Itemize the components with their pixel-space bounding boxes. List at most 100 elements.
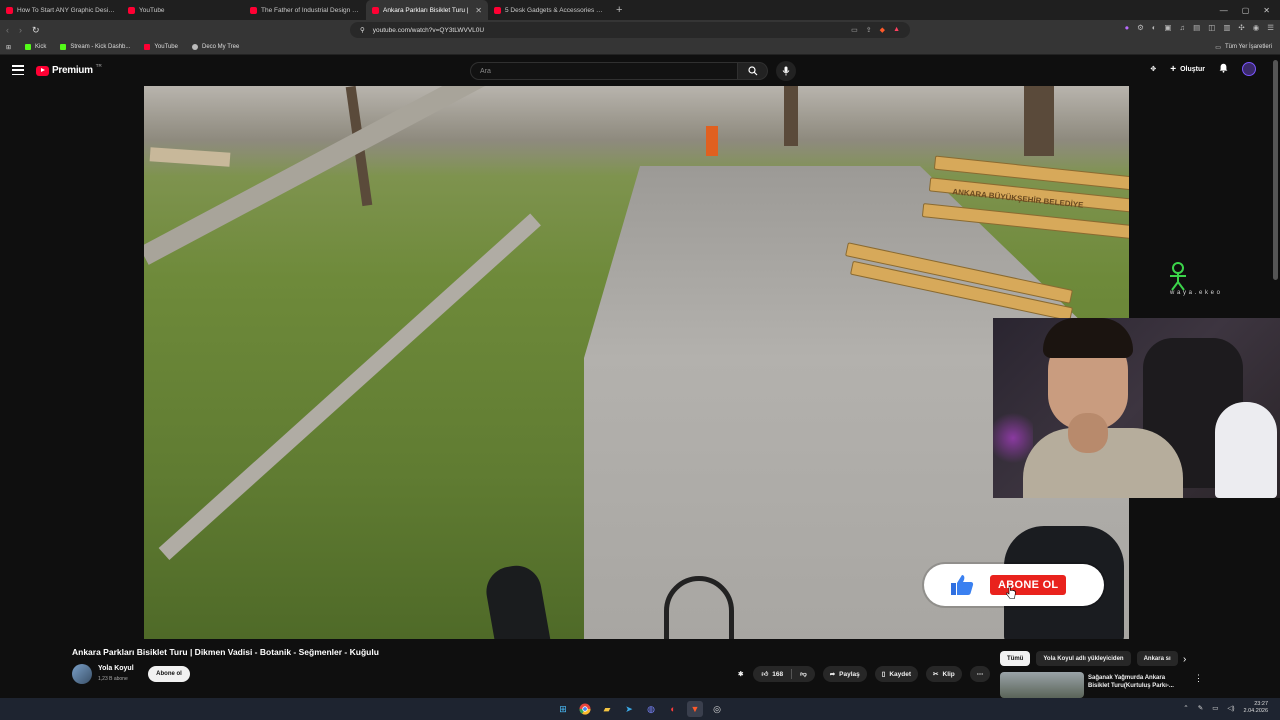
- all-bookmarks[interactable]: ▭ Tüm Yer İşaretleri: [1215, 44, 1280, 51]
- sidebar-icon[interactable]: ▤: [1193, 23, 1200, 32]
- save-button[interactable]: ▯ Kaydet: [874, 666, 919, 682]
- windows-start-icon[interactable]: ⊞: [555, 701, 571, 717]
- minimize-icon[interactable]: —: [1220, 6, 1228, 15]
- microphone-icon: [782, 66, 790, 76]
- chevron-right-icon[interactable]: ›: [1183, 654, 1186, 665]
- notifications-bell-icon[interactable]: [1219, 63, 1228, 75]
- share-button[interactable]: ➦ Paylaş: [822, 666, 867, 682]
- bookmarks-bar: ⊞ Kick Stream - Kick Dashb... YouTube De…: [0, 40, 1280, 55]
- youtube-premium-logo[interactable]: Premium TR: [36, 63, 102, 76]
- subscribe-button[interactable]: Abone ol: [148, 666, 190, 682]
- header-right-actions: ✥ + Oluştur: [1150, 62, 1256, 76]
- chip-all[interactable]: Tümü: [1000, 651, 1031, 666]
- browser-tab-5[interactable]: 5 Desk Gadgets & Accessories Unde: [488, 0, 610, 20]
- dislike-button[interactable]: 👎︎: [792, 670, 815, 678]
- back-icon[interactable]: ‹: [6, 25, 9, 35]
- reload-icon[interactable]: ↻: [32, 25, 40, 36]
- sparkle-icon[interactable]: ✱: [736, 666, 745, 682]
- share-icon[interactable]: ⇪: [866, 26, 872, 34]
- bookmark-kick-dashboard[interactable]: Stream - Kick Dashb...: [60, 44, 130, 50]
- thumbs-up-icon: [951, 575, 974, 595]
- hand-cursor-icon: [1006, 586, 1016, 599]
- chip-from-uploader[interactable]: Yola Koyul adlı yükleyiciden: [1036, 651, 1131, 666]
- clock[interactable]: 23:27 2.04.2026: [1244, 701, 1268, 715]
- music-icon[interactable]: ♫: [1180, 23, 1186, 32]
- rewards-icon[interactable]: ▲: [893, 26, 900, 34]
- like-button[interactable]: 👍︎ 168: [753, 670, 791, 679]
- clip-button[interactable]: ✂ Klip: [926, 666, 962, 682]
- window-controls: — ▢ ✕: [1220, 6, 1280, 15]
- more-actions-button[interactable]: ⋯: [969, 666, 991, 682]
- close-window-icon[interactable]: ✕: [1263, 6, 1270, 15]
- bookmark-youtube[interactable]: YouTube: [144, 44, 178, 50]
- wallet-icon[interactable]: ▥: [1223, 23, 1230, 32]
- clip-label: Klip: [942, 670, 955, 678]
- share-label: Paylaş: [839, 670, 860, 678]
- url-bar[interactable]: ⚲ youtube.com/watch?v=QY3tLWVVL0U ▭ ⇪ ◆ …: [350, 22, 910, 38]
- chip-ankara[interactable]: Ankara sı: [1136, 651, 1178, 666]
- tab-title: How To Start ANY Graphic Design Fr: [17, 6, 116, 14]
- create-label: Oluştur: [1180, 65, 1205, 73]
- streamer-hand: [1068, 413, 1108, 453]
- screen-icon[interactable]: ▭: [851, 26, 858, 34]
- video-player[interactable]: ANKARA BÜYÜKŞEHİR BELEDİYE: [144, 86, 1129, 639]
- cast-extension-icon[interactable]: ✥: [1150, 65, 1156, 73]
- menu-icon[interactable]: ☰: [1267, 23, 1274, 32]
- discord-icon[interactable]: ◍: [643, 701, 659, 717]
- obs-icon[interactable]: ◎: [709, 701, 725, 717]
- pen-icon[interactable]: ✎: [1198, 704, 1203, 712]
- windows-taskbar: ⊞ ▰ ➤ ◍ ◐ ▼ ◎ ⌃ ✎ ▭ ◁) 23:27 2.04.2026: [0, 698, 1280, 720]
- tree-trunk: [1024, 86, 1054, 156]
- recommended-title[interactable]: Sağanak Yağmurda Ankara Bisiklet Turu(Ku…: [1088, 674, 1188, 690]
- app-red-icon[interactable]: ◐: [665, 701, 681, 717]
- channel-watermark[interactable]: w a y a . e k e o: [1164, 260, 1264, 296]
- extension-icon[interactable]: ⚙: [1137, 23, 1144, 32]
- create-button[interactable]: + Oluştur: [1170, 64, 1205, 75]
- plus-icon: +: [1170, 63, 1177, 75]
- site-info-icon[interactable]: ⚲: [360, 26, 365, 34]
- brave-shield-icon[interactable]: ◆: [880, 26, 885, 34]
- url-text: youtube.com/watch?v=QY3tLWVVL0U: [372, 26, 485, 34]
- file-explorer-icon[interactable]: ▰: [599, 701, 615, 717]
- scrollbar[interactable]: [1273, 60, 1278, 280]
- voice-search-button[interactable]: [776, 61, 796, 81]
- channel-avatar[interactable]: [72, 664, 92, 684]
- more-vertical-icon[interactable]: ⋮: [1194, 673, 1203, 684]
- close-tab-icon[interactable]: ✕: [475, 6, 482, 15]
- puzzle-icon[interactable]: ✣: [1238, 23, 1244, 32]
- hamburger-menu-icon[interactable]: [12, 65, 24, 75]
- vpn-icon[interactable]: ◉: [1253, 23, 1260, 32]
- bookmark-kick[interactable]: Kick: [25, 44, 46, 50]
- chrome-icon[interactable]: [577, 701, 593, 717]
- browser-tab-1[interactable]: How To Start ANY Graphic Design Fr: [0, 0, 122, 20]
- channel-name[interactable]: Yola Koyul: [98, 665, 134, 672]
- youtube-play-icon: [36, 65, 49, 76]
- telegram-icon[interactable]: ➤: [621, 701, 637, 717]
- browser-tab-2[interactable]: YouTube: [122, 0, 244, 20]
- apps-grid-icon[interactable]: ⊞: [6, 44, 11, 51]
- extension-icon[interactable]: ◐: [1152, 23, 1157, 32]
- bookmark-label: YouTube: [154, 44, 178, 50]
- extension-icon[interactable]: ▣: [1164, 23, 1171, 32]
- volume-icon[interactable]: ◁): [1227, 704, 1234, 712]
- tray-chevron-icon[interactable]: ⌃: [1183, 704, 1188, 712]
- bookmark-deco-my-tree[interactable]: Deco My Tree: [191, 44, 239, 50]
- maximize-icon[interactable]: ▢: [1242, 6, 1250, 15]
- more-horizontal-icon: ⋯: [976, 671, 984, 678]
- search-button[interactable]: [738, 62, 768, 80]
- search-input[interactable]: Ara: [470, 62, 738, 80]
- recommended-thumbnail[interactable]: [1000, 672, 1084, 698]
- account-avatar[interactable]: [1242, 62, 1256, 76]
- brave-icon[interactable]: ▼: [687, 701, 703, 717]
- browser-tab-4-active[interactable]: Ankara Parkları Bisiklet Turu | ✕: [366, 0, 488, 20]
- youtube-favicon-icon: [128, 6, 135, 14]
- network-icon[interactable]: ▭: [1212, 704, 1218, 712]
- split-icon[interactable]: ◫: [1208, 23, 1215, 32]
- new-tab-icon[interactable]: +: [610, 4, 628, 16]
- browser-tab-3[interactable]: The Father of Industrial Design | Dier: [244, 0, 366, 20]
- forward-icon[interactable]: ›: [19, 25, 22, 35]
- clock-time: 23:27: [1254, 701, 1268, 707]
- tree-trunk: [784, 86, 798, 146]
- extension-icon[interactable]: ●: [1125, 23, 1130, 32]
- bookmark-label: Stream - Kick Dashb...: [70, 44, 131, 50]
